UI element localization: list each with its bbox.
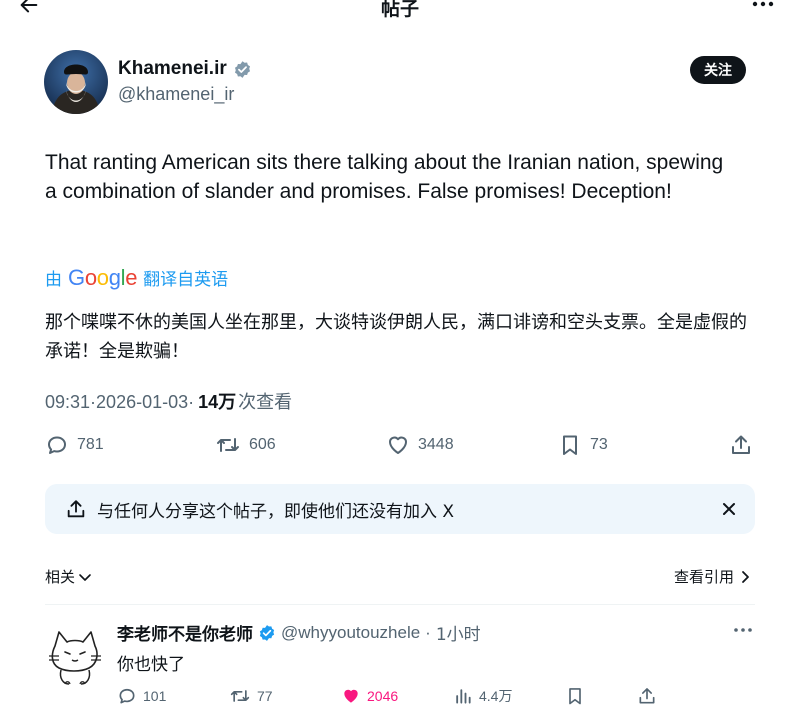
verified-icon <box>259 624 275 641</box>
reply-button[interactable]: 781 <box>45 430 104 460</box>
share-banner-icon <box>63 496 89 522</box>
bookmark-count: 73 <box>590 436 608 453</box>
bookmark-button[interactable]: 73 <box>558 430 608 460</box>
reply-author-name[interactable]: 李老师不是你老师 <box>117 620 253 645</box>
divider <box>45 604 755 605</box>
verified-icon <box>234 60 250 78</box>
like-icon <box>389 436 407 454</box>
views-count: 14万 <box>198 392 237 412</box>
view-quotes-link[interactable]: 查看引用 <box>674 566 752 587</box>
bookmark-icon <box>563 435 577 455</box>
post-text: That ranting American sits there talking… <box>45 151 724 203</box>
reply-text: 你也快了 <box>117 655 185 675</box>
reply-repost-button[interactable]: 77 <box>229 684 273 708</box>
bookmark-icon <box>569 688 581 705</box>
repost-button[interactable]: 606 <box>215 430 276 460</box>
avatar[interactable] <box>44 50 108 114</box>
meta-separator: · <box>188 392 195 412</box>
chevron-down-icon <box>79 573 91 581</box>
reply-bookmark-button[interactable] <box>565 684 585 708</box>
follow-button[interactable]: 关注 <box>690 56 746 84</box>
avatar[interactable] <box>45 624 105 688</box>
translate-prefix: 由 <box>45 270 62 290</box>
reply-post[interactable]: 李老师不是你老师 @whyyoutouzhele · 1小时 你也快了 101 … <box>45 618 755 718</box>
author-handle[interactable]: @khamenei_ir <box>118 84 234 105</box>
reply-views-count: 4.4万 <box>479 688 513 704</box>
reply-header: 李老师不是你老师 @whyyoutouzhele · 1小时 <box>117 620 481 646</box>
quotes-label: 查看引用 <box>673 568 734 586</box>
like-button[interactable]: 3448 <box>386 430 454 460</box>
translated-text: 那个喋喋不休的美国人坐在那里，大谈特谈伊朗人民，满口诽谤和空头支票。全是虚假的承… <box>45 312 747 362</box>
reply-share-button[interactable] <box>637 684 657 708</box>
related-sort-button[interactable]: 相关 <box>45 566 93 587</box>
share-banner-text: 与任何人分享这个帖子，即使他们还没有加入 X <box>97 502 455 522</box>
close-button[interactable] <box>717 497 741 521</box>
translate-suffix: 翻译自英语 <box>143 270 229 290</box>
more-icon <box>752 1 774 7</box>
share-button[interactable] <box>729 430 753 460</box>
reply-count: 781 <box>77 436 104 453</box>
close-icon <box>723 503 735 515</box>
author-name[interactable]: Khamenei.ir <box>118 58 227 80</box>
page-title: 帖子 <box>380 0 419 20</box>
reply-time[interactable]: 1小时 <box>436 620 481 645</box>
repost-count: 606 <box>249 436 276 453</box>
reply-views-button[interactable]: 4.4万 <box>453 684 512 708</box>
reply-action-bar: 101 77 2046 4.4万 <box>117 684 737 708</box>
reply-author-handle[interactable]: @whyyoutouzhele <box>281 623 420 643</box>
chevron-right-icon <box>742 570 749 583</box>
post-time[interactable]: 09:31 <box>45 392 90 413</box>
reply-like-button[interactable]: 2046 <box>341 684 398 708</box>
share-icon <box>639 688 655 704</box>
action-bar: 781 606 3448 73 <box>45 430 755 460</box>
reply-reply-button[interactable]: 101 <box>117 684 166 708</box>
more-options-button[interactable] <box>748 0 778 14</box>
reply-icon <box>48 436 66 454</box>
share-icon <box>67 500 85 518</box>
reply-like-count: 2046 <box>367 688 399 704</box>
translate-link[interactable]: 由 Google 翻译自英语 <box>45 265 228 291</box>
more-icon <box>734 628 752 632</box>
cat-sketch-avatar-image <box>45 624 105 688</box>
author-avatar-image <box>44 50 108 114</box>
like-count: 3448 <box>418 436 454 453</box>
reply-icon <box>119 688 135 704</box>
related-label: 相关 <box>45 568 76 586</box>
author-name-row: Khamenei.ir <box>118 58 252 80</box>
top-bar: 帖子 <box>0 0 800 24</box>
google-logo: Google <box>68 265 138 290</box>
post-date[interactable]: 2026-01-03 <box>96 392 188 413</box>
reply-reply-count: 101 <box>143 688 167 704</box>
reply-repost-count: 77 <box>257 688 273 704</box>
views-label: 次查看 <box>238 392 293 413</box>
reply-dot: · <box>425 622 431 642</box>
share-banner[interactable]: 与任何人分享这个帖子，即使他们还没有加入 X <box>45 484 755 534</box>
like-icon <box>344 689 358 703</box>
views-icon <box>456 689 471 704</box>
repost-icon <box>230 690 250 702</box>
share-icon <box>732 435 750 454</box>
reply-more-button[interactable] <box>731 620 755 640</box>
post-meta: 09:31 · 2026-01-03 · 14万 次查看 <box>45 388 292 414</box>
post-author: Khamenei.ir @khamenei_ir 关注 <box>44 50 754 114</box>
repost-icon <box>217 438 239 452</box>
